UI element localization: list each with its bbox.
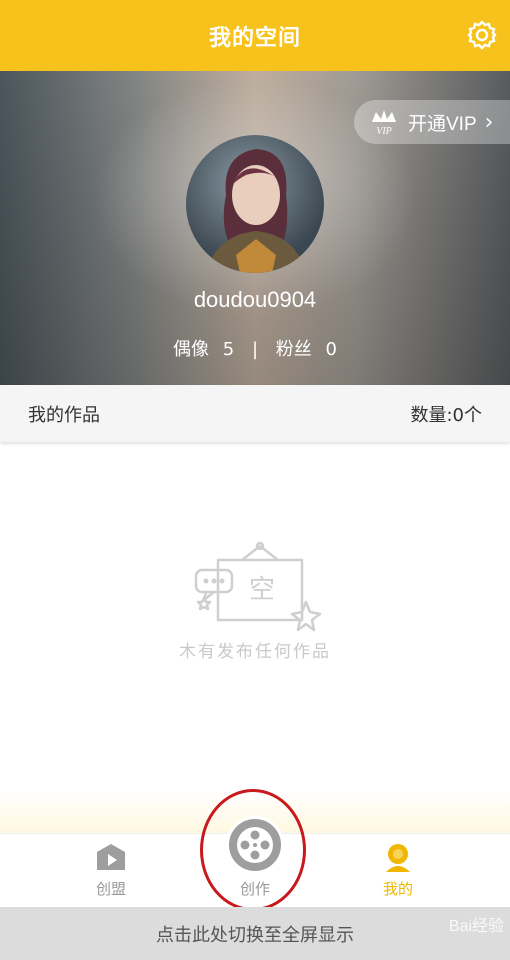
gear-icon[interactable] [466, 19, 498, 51]
vip-label: 开通VIP [408, 113, 477, 135]
profile-header: VIP 开通VIP › doudou0904 偶像 5 | 粉丝 0 [0, 71, 510, 385]
chevron-right-icon: › [484, 109, 494, 135]
annotation-circle [200, 789, 306, 911]
empty-message: 木有发布任何作品 [179, 642, 331, 662]
top-bar: 我的空间 [0, 0, 510, 71]
play-icon [97, 844, 125, 870]
works-header: 我的作品 数量:0个 [0, 385, 510, 442]
works-count: 数量:0个 [410, 404, 482, 426]
fullscreen-toggle-bar[interactable]: 点击此处切换至全屏显示 [0, 907, 510, 960]
tab-chuangmeng-label: 创盟 [95, 880, 126, 898]
stats-separator: | [251, 339, 259, 360]
fans-stat[interactable]: 粉丝 0 [272, 339, 341, 360]
empty-illustration-text: 空 [249, 575, 275, 605]
user-icon [386, 844, 410, 872]
profile-stats: 偶像 5 | 粉丝 0 [0, 335, 510, 361]
fans-label: 粉丝 [275, 339, 312, 360]
tab-mine-label: 我的 [382, 880, 413, 898]
username: doudou0904 [193, 287, 317, 312]
avatar[interactable] [186, 135, 324, 273]
works-title: 我的作品 [28, 404, 100, 426]
avatar-image [206, 149, 306, 273]
fans-count: 0 [325, 339, 337, 360]
tab-mine[interactable]: 我的 [348, 842, 448, 899]
idols-label: 偶像 [173, 339, 210, 360]
fullscreen-toggle-text: 点击此处切换至全屏显示 [156, 924, 354, 946]
vip-crown-icon: VIP [372, 110, 396, 136]
vip-button[interactable]: VIP 开通VIP › [354, 100, 510, 144]
idols-count: 5 [222, 339, 235, 360]
tab-chuangmeng[interactable]: 创盟 [61, 842, 161, 899]
page-title: 我的空间 [208, 25, 301, 51]
idols-stat[interactable]: 偶像 5 [169, 339, 244, 360]
watermark: Bai经验 [448, 918, 504, 935]
vip-badge-text: VIP [376, 126, 392, 136]
empty-box-icon: 空 [194, 541, 322, 632]
